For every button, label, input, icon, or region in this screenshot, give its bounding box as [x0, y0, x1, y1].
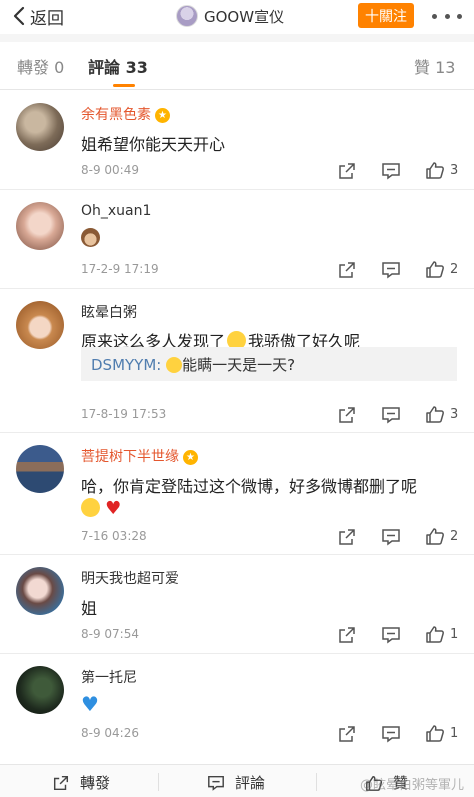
- avatar[interactable]: [16, 666, 64, 714]
- comment-item: Oh_xuan1 17-2-9 17:19 2: [0, 190, 474, 289]
- comment-item: 余有黑色素 ★ 姐希望你能天天开心 8-9 00:49 3: [0, 91, 474, 190]
- reply-text: 能瞒一天是一天?: [182, 356, 296, 374]
- author-name: GOOW宣仪: [204, 7, 285, 26]
- page-title[interactable]: GOOW宣仪: [176, 4, 284, 28]
- laugh-cry-emoji: [81, 498, 100, 517]
- red-heart-emoji: ♥: [105, 498, 122, 519]
- watermark: @眩晕白粥等軍儿: [360, 778, 465, 793]
- author-avatar: [176, 5, 198, 27]
- comment-item: 第一托尼 ♥ 8-9 04:26 1: [0, 654, 474, 764]
- follow-button[interactable]: 十關注: [358, 3, 414, 28]
- comment-time: 17-8-19 17:53: [81, 407, 167, 421]
- avatar[interactable]: [16, 445, 64, 493]
- comment-icon[interactable]: [381, 724, 401, 744]
- comment-time: 8-9 07:54: [81, 627, 139, 641]
- comment-icon[interactable]: [381, 161, 401, 181]
- active-tab-indicator: [113, 84, 135, 87]
- comment-time: 8-9 00:49: [81, 163, 139, 177]
- comment-icon[interactable]: [381, 625, 401, 645]
- comment-label: 評論: [235, 774, 266, 792]
- thumbs-up-icon[interactable]: [425, 624, 445, 644]
- top-navigation-bar: 返回 GOOW宣仪 十關注: [0, 0, 474, 34]
- like-count: 1: [450, 627, 459, 642]
- comment-emojis: ♥: [81, 498, 121, 519]
- comment-icon[interactable]: [381, 260, 401, 280]
- avatar[interactable]: [16, 567, 64, 615]
- comment-item: 菩提树下半世缘 ★ 哈，你肯定登陆过这个微博，好多微博都删了呢 ♥ 7-16 03…: [0, 433, 474, 555]
- avatar[interactable]: [16, 202, 64, 250]
- tab-repost[interactable]: 轉發 0: [17, 54, 64, 78]
- comment-username[interactable]: 余有黑色素 ★: [81, 104, 170, 124]
- monkey-emoji: [81, 228, 100, 247]
- comment-text: 姐希望你能天天开心: [81, 135, 226, 154]
- like-count: 2: [450, 262, 459, 277]
- share-icon[interactable]: [337, 260, 357, 280]
- avatar[interactable]: [16, 103, 64, 151]
- comment-button[interactable]: 評論: [207, 772, 265, 793]
- tab-likes[interactable]: 贊 13: [414, 54, 455, 78]
- repost-button[interactable]: 轉發: [52, 772, 110, 793]
- share-icon: [53, 775, 69, 790]
- share-icon[interactable]: [337, 625, 357, 645]
- thumbs-up-icon[interactable]: [425, 526, 445, 546]
- comment-icon[interactable]: [381, 527, 401, 547]
- comment-text: [81, 228, 100, 248]
- share-icon[interactable]: [337, 405, 357, 425]
- comment-time: 17-2-9 17:19: [81, 262, 159, 276]
- divider: [316, 773, 317, 791]
- comment-username[interactable]: Oh_xuan1: [81, 203, 151, 219]
- like-count: 3: [450, 163, 459, 178]
- comment-item: 明天我也超可爱 姐 8-9 07:54 1: [0, 555, 474, 654]
- tab-comments[interactable]: 評論 33: [88, 54, 148, 78]
- share-icon[interactable]: [337, 527, 357, 547]
- back-button[interactable]: 返回: [12, 5, 64, 29]
- thumbs-up-icon[interactable]: [425, 404, 445, 424]
- like-count: 2: [450, 529, 459, 544]
- reply-preview[interactable]: DSMYYM: 能瞒一天是一天?: [81, 347, 457, 381]
- comment-text: ♥: [81, 692, 99, 716]
- divider: [158, 773, 159, 791]
- comment-username[interactable]: 眩晕白粥: [81, 302, 137, 322]
- comment-username[interactable]: 第一托尼: [81, 667, 137, 687]
- tab-bar: 轉發 0 評論 33 贊 13: [0, 42, 474, 90]
- comment-time: 8-9 04:26: [81, 726, 139, 740]
- vip-badge-icon: ★: [155, 108, 170, 123]
- thumbs-up-icon[interactable]: [425, 259, 445, 279]
- reply-username[interactable]: DSMYYM:: [91, 356, 161, 374]
- comment-username[interactable]: 菩提树下半世缘 ★: [81, 446, 198, 466]
- comment-text: 哈，你肯定登陆过这个微博，好多微博都删了呢: [81, 477, 418, 496]
- comment-icon: [208, 775, 224, 791]
- share-icon[interactable]: [337, 161, 357, 181]
- blue-heart-emoji: ♥: [81, 692, 99, 716]
- comment-time: 7-16 03:28: [81, 529, 147, 543]
- repost-label: 轉發: [80, 774, 111, 792]
- comment-item: 眩晕白粥 原来这么多人发现了 我骄傲了好久呢 DSMYYM: 能瞒一天是一天? 1…: [0, 289, 474, 433]
- comment-icon[interactable]: [381, 405, 401, 425]
- laugh-cry-emoji: [166, 357, 183, 373]
- like-count: 1: [450, 726, 459, 741]
- comment-text: 姐: [81, 599, 98, 618]
- back-arrow-icon: [13, 6, 25, 26]
- section-divider: [0, 34, 474, 42]
- back-label: 返回: [30, 8, 64, 29]
- thumbs-up-icon[interactable]: [425, 723, 445, 743]
- like-count: 3: [450, 407, 459, 422]
- vip-badge-icon: ★: [183, 450, 198, 465]
- comment-username[interactable]: 明天我也超可爱: [81, 568, 179, 588]
- more-icon[interactable]: [432, 8, 462, 24]
- thumbs-up-icon[interactable]: [425, 160, 445, 180]
- share-icon[interactable]: [337, 724, 357, 744]
- avatar[interactable]: [16, 301, 64, 349]
